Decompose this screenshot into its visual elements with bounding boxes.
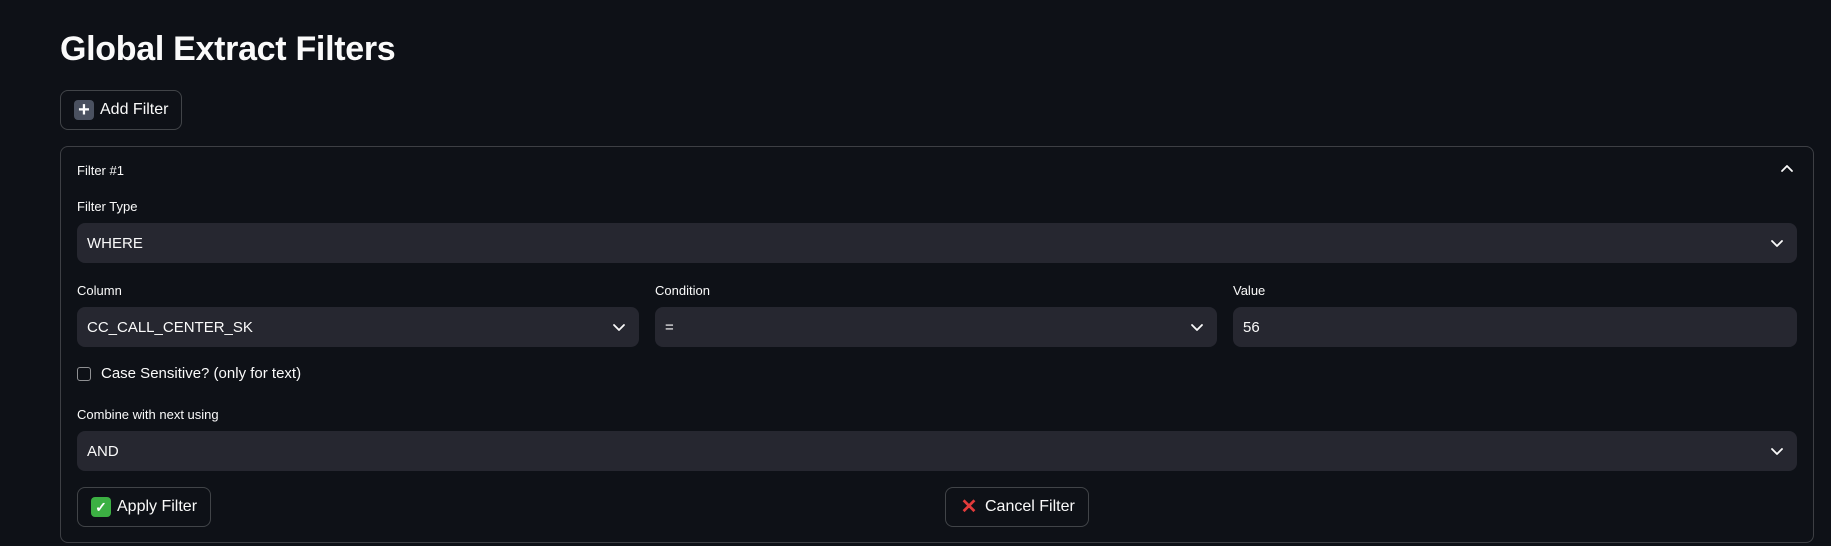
page-title: Global Extract Filters bbox=[60, 30, 396, 68]
check-mark-icon: ✓ bbox=[91, 497, 111, 517]
chevron-down-icon bbox=[1191, 324, 1203, 331]
case-sensitive-label: Case Sensitive? (only for text) bbox=[101, 365, 302, 382]
condition-select[interactable]: = bbox=[655, 307, 1217, 347]
add-filter-label: Add Filter bbox=[100, 101, 169, 118]
column-select[interactable]: CC_CALL_CENTER_SK bbox=[77, 307, 639, 347]
chevron-down-icon bbox=[613, 324, 625, 331]
value-label: Value bbox=[1233, 283, 1266, 298]
apply-filter-button[interactable]: ✓ Apply Filter bbox=[77, 487, 212, 527]
cross-mark-icon: ✕ bbox=[960, 496, 978, 518]
chevron-down-icon bbox=[1771, 240, 1783, 247]
column-label: Column bbox=[77, 283, 122, 298]
combine-value: AND bbox=[87, 442, 119, 460]
add-filter-button[interactable]: + Add Filter bbox=[60, 90, 183, 130]
case-sensitive-checkbox[interactable] bbox=[77, 366, 91, 381]
column-value: CC_CALL_CENTER_SK bbox=[87, 318, 253, 336]
combine-select[interactable]: AND bbox=[77, 431, 1797, 471]
plus-icon: + bbox=[74, 100, 94, 120]
filter-expander: Filter #1 Filter Type WHERE Column CC_CA… bbox=[60, 146, 1814, 543]
value-input[interactable]: 56 bbox=[1233, 307, 1797, 347]
page: Global Extract Filters + Add Filter Filt… bbox=[0, 0, 1831, 546]
case-sensitive-row[interactable]: Case Sensitive? (only for text) bbox=[77, 365, 301, 382]
apply-filter-label: Apply Filter bbox=[117, 498, 198, 515]
filter-expander-header[interactable]: Filter #1 bbox=[77, 163, 124, 178]
chevron-up-icon[interactable] bbox=[1779, 161, 1795, 177]
cancel-filter-label: Cancel Filter bbox=[985, 498, 1075, 515]
condition-value: = bbox=[665, 318, 674, 336]
chevron-down-icon bbox=[1771, 448, 1783, 455]
combine-label: Combine with next using bbox=[77, 407, 219, 422]
filter-type-value: WHERE bbox=[87, 234, 143, 252]
condition-label: Condition bbox=[655, 283, 710, 298]
value-input-text: 56 bbox=[1243, 318, 1260, 336]
filter-type-select[interactable]: WHERE bbox=[77, 223, 1797, 263]
filter-type-label: Filter Type bbox=[77, 199, 138, 214]
cancel-filter-button[interactable]: ✕ Cancel Filter bbox=[945, 487, 1089, 527]
